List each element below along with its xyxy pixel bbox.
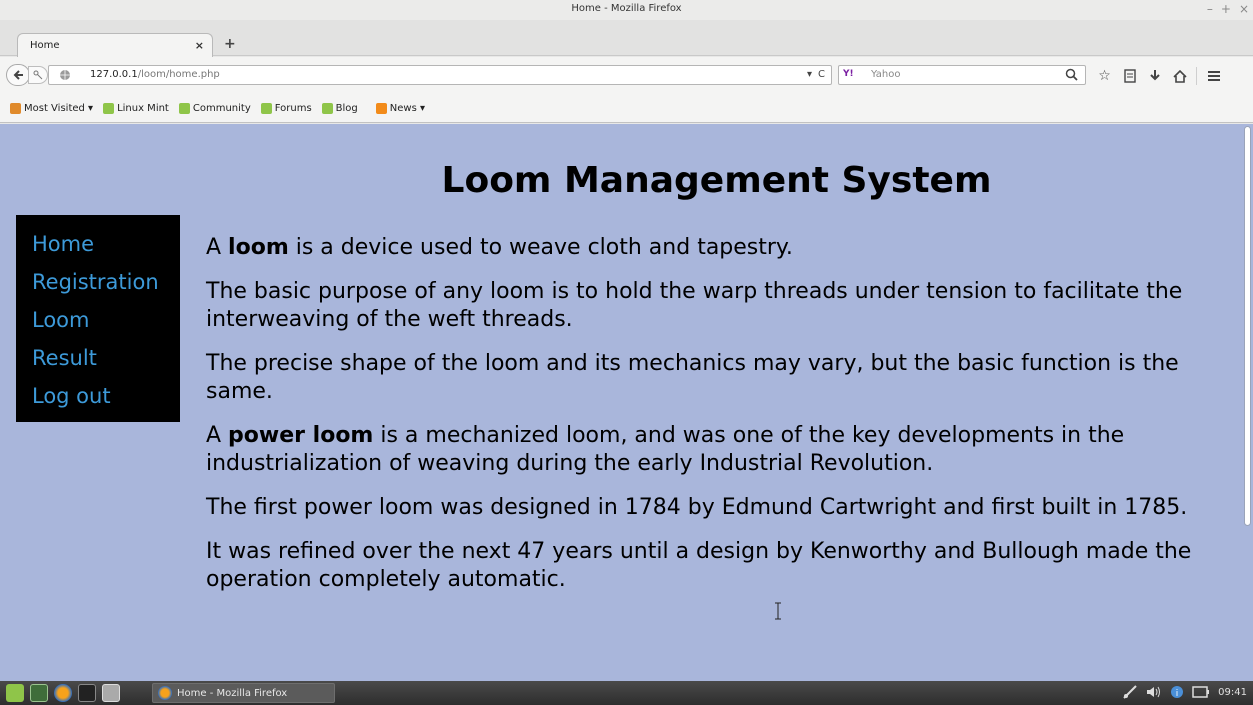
tab-label: Home: [30, 40, 60, 51]
bookmark-news[interactable]: News ▾: [375, 103, 425, 114]
tab-strip: Home × +: [0, 20, 1253, 57]
mint-icon: [103, 103, 115, 114]
scrollbar-thumb[interactable]: [1244, 126, 1251, 526]
search-icon[interactable]: [1065, 68, 1079, 82]
url-bar[interactable]: 127.0.0.1/loom/home.php ▾ C: [48, 65, 832, 85]
bookmark-star-icon[interactable]: ☆: [1092, 66, 1117, 86]
back-arrow-icon: [13, 70, 23, 80]
network-icon[interactable]: [1122, 685, 1138, 699]
taskbar-window-firefox[interactable]: Home - Mozilla Firefox: [152, 683, 335, 703]
search-bar[interactable]: Y! Yahoo: [838, 65, 1086, 85]
search-input[interactable]: Yahoo: [871, 69, 900, 80]
tab-home[interactable]: Home ×: [17, 33, 213, 57]
side-navigation: Home Registration Loom Result Log out: [16, 215, 180, 422]
reload-icon[interactable]: C: [818, 69, 825, 80]
paragraph-power-loom: A power loom is a mechanized loom, and w…: [206, 423, 1125, 476]
paragraph-refinement: It was refined over the next 47 years un…: [206, 539, 1192, 592]
taskbar-window-label: Home - Mozilla Firefox: [177, 687, 288, 699]
url-bar-actions: ▾ C: [807, 69, 825, 80]
window-titlebar: Home - Mozilla Firefox – + ×: [0, 0, 1253, 20]
main-content: A loom is a device used to weave cloth a…: [206, 234, 1216, 610]
url-text: 127.0.0.1/loom/home.php: [90, 69, 220, 80]
back-button[interactable]: [6, 64, 30, 86]
paragraph-loom-definition: A loom is a device used to weave cloth a…: [206, 235, 793, 260]
hamburger-menu-icon[interactable]: [1201, 66, 1226, 86]
vertical-scrollbar[interactable]: [1243, 126, 1252, 679]
window-title: Home - Mozilla Firefox: [571, 3, 682, 14]
nav-link-registration[interactable]: Registration: [32, 263, 180, 301]
close-window-button[interactable]: ×: [1239, 2, 1249, 16]
navigation-toolbar: 127.0.0.1/loom/home.php ▾ C Y! Yahoo ☆: [0, 57, 1253, 95]
show-desktop-icon[interactable]: [30, 684, 48, 702]
key-icon: [33, 70, 43, 80]
files-icon[interactable]: [102, 684, 120, 702]
toolbar-icons: ☆: [1092, 66, 1226, 86]
taskbar-launchers: [6, 684, 120, 702]
globe-icon: [60, 70, 70, 80]
system-tray: i 09:41: [1122, 685, 1247, 699]
new-tab-button[interactable]: +: [224, 36, 236, 52]
mint-icon: [260, 103, 272, 114]
bookmarks-menu-icon[interactable]: [1117, 66, 1142, 86]
toolbar-separator: [1196, 67, 1197, 85]
rss-icon: [375, 103, 387, 114]
home-icon[interactable]: [1167, 66, 1192, 86]
bookmark-community[interactable]: Community: [178, 103, 251, 114]
firefox-launcher-icon[interactable]: [54, 684, 72, 702]
text-cursor-icon: [775, 602, 781, 620]
yahoo-icon[interactable]: Y!: [843, 69, 854, 79]
history-dropdown-icon[interactable]: ▾: [807, 69, 812, 80]
paragraph-first-power-loom: The first power loom was designed in 178…: [206, 495, 1188, 520]
mint-icon: [321, 103, 333, 114]
page-title: Loom Management System: [441, 160, 992, 201]
downloads-icon[interactable]: [1142, 66, 1167, 86]
volume-icon[interactable]: [1146, 686, 1162, 698]
maximize-button[interactable]: +: [1221, 2, 1231, 16]
clock[interactable]: 09:41: [1218, 687, 1247, 698]
folder-icon: [10, 103, 21, 114]
window-controls: – + ×: [1207, 2, 1249, 16]
system-taskbar: Home - Mozilla Firefox i 09:41: [0, 681, 1253, 705]
nav-link-loom[interactable]: Loom: [32, 301, 180, 339]
tab-close-button[interactable]: ×: [195, 39, 204, 52]
bookmark-blog[interactable]: Blog: [321, 103, 358, 114]
mint-menu-icon[interactable]: [6, 684, 24, 702]
firefox-icon: [158, 686, 172, 700]
bookmark-linux-mint[interactable]: Linux Mint: [103, 103, 169, 114]
paragraph-loom-purpose: The basic purpose of any loom is to hold…: [206, 279, 1183, 332]
bookmark-most-visited[interactable]: Most Visited ▾: [10, 103, 93, 114]
bookmarks-toolbar: Most Visited ▾ Linux Mint Community Foru…: [0, 95, 1253, 123]
nav-link-home[interactable]: Home: [32, 225, 180, 263]
bookmark-forums[interactable]: Forums: [260, 103, 312, 114]
minimize-button[interactable]: –: [1207, 2, 1213, 16]
paragraph-loom-shape: The precise shape of the loom and its me…: [206, 351, 1179, 404]
page-viewport: Loom Management System Home Registration…: [0, 124, 1253, 681]
update-shield-icon[interactable]: i: [1170, 685, 1184, 699]
svg-text:i: i: [1176, 689, 1179, 699]
battery-icon[interactable]: [1192, 686, 1210, 698]
mint-icon: [178, 103, 190, 114]
nav-link-logout[interactable]: Log out: [32, 377, 180, 415]
terminal-icon[interactable]: [78, 684, 96, 702]
identity-button[interactable]: [28, 66, 48, 84]
nav-link-result[interactable]: Result: [32, 339, 180, 377]
